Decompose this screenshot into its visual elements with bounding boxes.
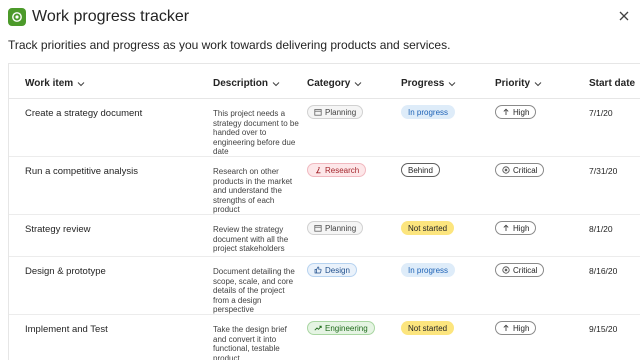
table-row[interactable]: Run a competitive analysis Research on o… xyxy=(9,156,640,215)
priority-label: High xyxy=(513,223,530,233)
column-header-label: Progress xyxy=(401,78,445,89)
table-row[interactable]: Design & prototype Document detailing th… xyxy=(9,256,640,315)
progress-badge[interactable]: Behind xyxy=(401,163,440,177)
table-row[interactable]: Strategy review Review the strategy docu… xyxy=(9,214,640,257)
arrow-up-icon xyxy=(503,108,509,115)
progress-label: In progress xyxy=(408,265,449,275)
priority-badge[interactable]: High xyxy=(495,321,537,335)
column-header-label: Category xyxy=(307,78,351,89)
chevron-down-icon xyxy=(272,81,280,86)
work-item-cell: Design & prototype xyxy=(25,266,106,277)
trend-icon xyxy=(314,325,322,331)
priority-badge[interactable]: Critical xyxy=(495,263,545,277)
close-icon[interactable] xyxy=(616,8,632,24)
description-cell: Take the design brief and convert it int… xyxy=(213,325,287,360)
arrow-up-icon xyxy=(503,324,509,331)
priority-badge[interactable]: High xyxy=(495,105,537,119)
column-header-description[interactable]: Description xyxy=(213,78,280,89)
column-header-progress[interactable]: Progress xyxy=(401,78,456,89)
chevron-down-icon xyxy=(77,81,85,86)
category-badge[interactable]: Planning xyxy=(307,105,364,119)
category-label: Planning xyxy=(325,223,357,233)
table-header: Work item Description Category Progress … xyxy=(9,64,640,99)
progress-label: Behind xyxy=(408,165,433,175)
work-items-table: Work item Description Category Progress … xyxy=(8,63,640,360)
category-label: Research xyxy=(325,165,360,175)
chevron-down-icon xyxy=(449,81,456,86)
progress-label: Not started xyxy=(408,223,448,233)
app-logo-icon xyxy=(8,8,26,26)
description-cell: Document detailing the scope, scale, and… xyxy=(213,267,295,315)
work-item-cell: Run a competitive analysis xyxy=(25,166,138,177)
start-date-cell: 9/15/20 xyxy=(589,324,618,334)
calendar-icon xyxy=(314,225,322,232)
description-cell: This project needs a strategy document t… xyxy=(213,109,299,157)
chevron-down-icon xyxy=(355,81,362,86)
start-date-cell: 7/31/20 xyxy=(589,166,618,176)
column-header-work-item[interactable]: Work item xyxy=(25,78,85,89)
priority-badge[interactable]: Critical xyxy=(495,163,545,177)
app-header: Work progress tracker xyxy=(0,0,640,36)
app-title: Work progress tracker xyxy=(32,8,190,25)
progress-badge[interactable]: Not started xyxy=(401,221,455,235)
calendar-icon xyxy=(314,109,322,116)
critical-icon xyxy=(502,266,510,274)
column-header-label: Description xyxy=(213,78,269,89)
priority-label: High xyxy=(513,107,530,117)
progress-badge[interactable]: In progress xyxy=(401,105,456,119)
progress-label: Not started xyxy=(408,323,448,333)
start-date-cell: 8/16/20 xyxy=(589,266,618,276)
work-item-cell: Implement and Test xyxy=(25,324,108,335)
table-row[interactable]: Implement and Test Take the design brief… xyxy=(9,314,640,360)
table-row[interactable]: Create a strategy document This project … xyxy=(9,98,640,157)
category-label: Engineering xyxy=(325,323,368,333)
priority-label: Critical xyxy=(513,165,538,175)
chevron-down-icon xyxy=(534,81,542,86)
column-header-category[interactable]: Category xyxy=(307,78,362,89)
critical-icon xyxy=(502,166,510,174)
start-date-cell: 7/1/20 xyxy=(589,108,613,118)
progress-badge[interactable]: In progress xyxy=(401,263,456,277)
column-header-label: Priority xyxy=(495,78,531,89)
priority-badge[interactable]: High xyxy=(495,221,537,235)
category-label: Planning xyxy=(325,107,357,117)
category-badge[interactable]: Planning xyxy=(307,221,364,235)
thumbs-up-icon xyxy=(314,266,322,274)
description-cell: Review the strategy document with all th… xyxy=(213,225,289,254)
start-date-cell: 8/1/20 xyxy=(589,224,613,234)
description-cell: Research on other products in the market… xyxy=(213,167,293,215)
microscope-icon xyxy=(316,166,321,174)
column-header-label: Work item xyxy=(25,78,74,89)
category-badge[interactable]: Engineering xyxy=(307,321,375,335)
column-header-priority[interactable]: Priority xyxy=(495,78,542,89)
page-subtitle: Track priorities and progress as you wor… xyxy=(8,38,451,52)
category-label: Design xyxy=(325,265,350,275)
priority-label: Critical xyxy=(513,265,538,275)
column-header-label: Start date xyxy=(589,78,636,89)
category-badge[interactable]: Design xyxy=(307,263,357,277)
progress-label: In progress xyxy=(408,107,449,117)
column-header-start-date[interactable]: Start date xyxy=(589,78,635,89)
priority-label: High xyxy=(513,323,530,333)
arrow-up-icon xyxy=(503,224,509,231)
category-badge[interactable]: Research xyxy=(307,163,367,177)
work-item-cell: Create a strategy document xyxy=(25,108,143,119)
work-item-cell: Strategy review xyxy=(25,224,91,235)
progress-badge[interactable]: Not started xyxy=(401,321,455,335)
